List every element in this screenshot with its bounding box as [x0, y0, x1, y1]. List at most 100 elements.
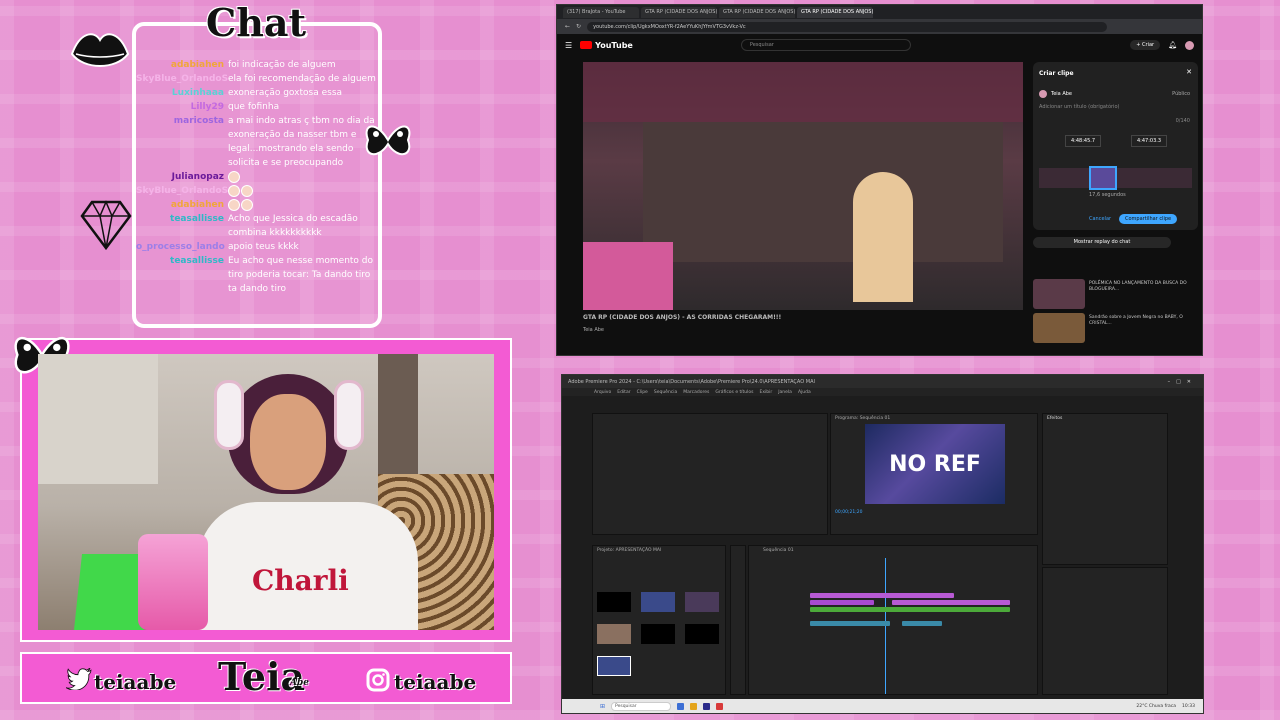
channel-name[interactable]: Teia Abe [583, 327, 604, 333]
clip-selection[interactable] [1089, 166, 1117, 190]
taskbar-search[interactable]: Pesquisar [611, 701, 672, 711]
taskbar-app-icon[interactable] [690, 702, 698, 710]
search-input[interactable]: Pesquisar [740, 39, 911, 51]
chat-username: Luxinhaaa [171, 88, 224, 98]
video-sky [583, 62, 1023, 122]
video-player[interactable] [583, 62, 1023, 310]
bell-icon[interactable]: 🔔︎ [1168, 41, 1177, 49]
premiere-window: Adobe Premiere Pro 2024 - C:\Users\teia\… [561, 374, 1204, 714]
clip-end-time[interactable]: 4:47:03.3 [1131, 135, 1168, 147]
instagram-handle[interactable]: teiaabe [394, 670, 476, 694]
video-thumbnail [1033, 313, 1085, 343]
menu-item[interactable]: Exibir [760, 390, 773, 395]
show-chat-replay-button[interactable]: Mostrar replay do chat [1033, 237, 1171, 248]
chat-username: teasallisse [170, 256, 224, 266]
effects-panel: Efeitos [1042, 413, 1168, 565]
taskbar-app-icon[interactable] [677, 702, 685, 710]
media-thumbnail[interactable] [641, 592, 675, 612]
timeline-clip[interactable] [810, 607, 1010, 612]
premiere-menubar: Arquivo Editar Clipe Sequência Marcadore… [562, 388, 1203, 396]
youtube-logo-text: YouTube [595, 40, 633, 50]
chat-username: Lilly29 [190, 102, 224, 112]
timeline-clip[interactable] [810, 600, 874, 605]
taskbar-app-icon[interactable] [703, 702, 711, 710]
cancel-button[interactable]: Cancelar [1083, 214, 1117, 224]
recommended-video[interactable]: Sandrão sobre a Jovem Negra no BABY, O C… [1033, 313, 1198, 343]
chat-username: adabiahen [170, 200, 224, 210]
browser-tab[interactable]: GTA RP (CIDADE DOS ANJOS)... [641, 6, 717, 18]
chat-username: SkyBlue_OrlandoSh... [136, 74, 228, 84]
chat-text: Eu acho que nesse momento do tiro poderi… [228, 256, 374, 294]
avatar[interactable] [1185, 40, 1194, 50]
menu-item[interactable]: Editar [617, 390, 630, 395]
chat-message: adabiahen foi indicação de alguem [136, 58, 376, 72]
menu-item[interactable]: Sequência [654, 390, 677, 395]
media-thumbnail[interactable] [597, 592, 631, 612]
timecode: 00;00;21;20 [835, 510, 863, 515]
menu-item[interactable]: Arquivo [594, 390, 611, 395]
tools-panel [730, 545, 746, 695]
weather-widget[interactable]: 22°C Chuva fraca [1136, 704, 1176, 709]
chat-message-list: adabiahen foi indicação de alguem SkyBlu… [136, 58, 376, 308]
youtube-logo[interactable]: YouTube [580, 41, 633, 50]
menu-item[interactable]: Marcadores [683, 390, 709, 395]
media-thumbnail-selected[interactable] [597, 656, 631, 676]
clip-title-input[interactable]: Adicionar um título (obrigatório) [1039, 104, 1119, 110]
shirt-print: Charli [252, 564, 349, 597]
media-thumbnail[interactable] [685, 592, 719, 612]
timeline-clip[interactable] [902, 621, 942, 626]
instagram-icon[interactable] [366, 668, 390, 692]
create-button[interactable]: + Criar [1130, 40, 1161, 50]
youtube-header: ☰ YouTube Pesquisar + Criar 🔔︎ [557, 34, 1202, 56]
premiere-titlebar: Adobe Premiere Pro 2024 - C:\Users\teia\… [562, 375, 1203, 388]
playhead[interactable] [885, 558, 886, 694]
chat-text: a mai indo atras ç tbm no dia da exonera… [228, 116, 375, 168]
twitter-icon[interactable] [66, 668, 92, 690]
webcam-overlay [583, 242, 673, 310]
browser-tab[interactable]: GTA RP (CIDADE DOS ANJOS) - AS C... [719, 6, 795, 18]
menu-item[interactable]: Gráficos e títulos [715, 390, 753, 395]
windows-start-icon[interactable]: ⊞ [600, 703, 605, 710]
reload-icon[interactable]: ↻ [576, 23, 581, 30]
back-arrow-icon[interactable]: ← [565, 23, 570, 30]
media-thumbnail[interactable] [685, 624, 719, 644]
clip-start-time[interactable]: 4:48:45.7 [1065, 135, 1102, 147]
door-shape [378, 354, 418, 494]
chat-title: Chat [206, 0, 307, 45]
emote-icon [241, 184, 253, 197]
video-title: GTA RP (CIDADE DOS ANJOS) - AS CORRIDAS … [583, 314, 782, 321]
chat-emotes [228, 184, 376, 198]
browser-tab-bar: (317) BraJota - YouTube GTA RP (CIDADE D… [557, 5, 1202, 19]
recommended-video[interactable]: POLÊMICA NO LANÇAMENTO DA BUSCA DO BLOGU… [1033, 279, 1198, 309]
microphone-icon [138, 534, 208, 630]
timeline-clip[interactable] [810, 593, 954, 598]
share-clip-button[interactable]: Compartilhar clipe [1119, 214, 1178, 224]
chat-emotes [228, 170, 376, 184]
windows-taskbar: ⊞ Pesquisar 22°C Chuva fraca 10:33 [562, 699, 1203, 713]
browser-tab-active[interactable]: GTA RP (CIDADE DOS ANJOS)... [797, 6, 873, 18]
twitter-handle[interactable]: teiaabe [94, 670, 176, 694]
address-bar: ← ↻ youtube.com/clip/UgkxMOoxtYR-f2AeYYu… [557, 19, 1202, 34]
timeline-clip[interactable] [892, 600, 1010, 605]
timeline-clip[interactable] [810, 621, 890, 626]
media-thumbnail[interactable] [641, 624, 675, 644]
chat-username: Julianopaz [171, 172, 224, 182]
chat-message: SkyBlue_OrlandoSh... [136, 184, 376, 198]
url-field[interactable]: youtube.com/clip/UgkxMOoxtYR-f2AeYYuKhJY… [587, 21, 1108, 32]
window-title: Adobe Premiere Pro 2024 - C:\Users\teia\… [568, 378, 815, 385]
menu-item[interactable]: Clipe [637, 390, 648, 395]
chat-message: Luxinhaaa exoneração goxtosa essa [136, 86, 376, 100]
menu-icon[interactable]: ☰ [565, 41, 572, 50]
menu-item[interactable]: Janela [778, 390, 792, 395]
browser-tab[interactable]: (317) BraJota - YouTube [563, 6, 639, 18]
window-controls[interactable]: –□✕ [1168, 379, 1197, 385]
media-thumbnail[interactable] [597, 624, 631, 644]
taskbar-app-icon[interactable] [716, 702, 724, 710]
youtube-play-icon [580, 41, 593, 49]
menu-item[interactable]: Ajuda [798, 390, 811, 395]
close-icon[interactable]: ✕ [1186, 68, 1192, 76]
lips-icon [70, 33, 130, 67]
taskbar-clock[interactable]: 10:33 [1182, 704, 1203, 709]
chat-message: maricosta a mai indo atras ç tbm no dia … [136, 114, 376, 170]
visibility-label[interactable]: Público [1172, 91, 1190, 97]
